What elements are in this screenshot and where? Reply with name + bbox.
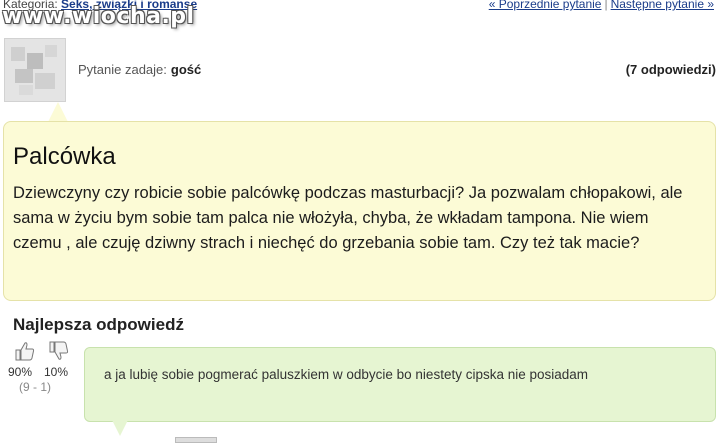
answer-count: (7 odpowiedzi) — [625, 62, 716, 77]
asker-info: Pytanie zadaje: gość — [78, 62, 201, 77]
next-question-link[interactable]: Następne pytanie » — [611, 0, 714, 11]
answer-bubble-tail — [112, 420, 128, 436]
thumb-down-icon[interactable] — [48, 341, 70, 366]
question-body: Dziewczyny czy robicie sobie palcówkę po… — [13, 184, 683, 252]
question-navigation: « Poprzednie pytanie | Następne pytanie » — [489, 0, 714, 11]
best-answer-text: a ja lubię sobie pogmerać paluszkiem w o… — [104, 367, 589, 382]
vote-count: (9 - 1) — [19, 380, 52, 394]
watermark: www.wiocha.pl — [2, 4, 195, 29]
thumb-up-percent: 90% — [8, 365, 33, 379]
thumb-up-icon[interactable] — [14, 341, 36, 366]
question-title: Palcówka — [13, 143, 116, 170]
asker-name: gość — [170, 62, 202, 77]
cut-off-element — [175, 437, 217, 443]
avatar[interactable] — [4, 38, 66, 102]
best-answer-heading: Najlepsza odpowiedź — [13, 315, 184, 334]
asker-label: Pytanie zadaje: — [78, 62, 167, 77]
rating-buttons — [14, 341, 76, 361]
nav-separator: | — [604, 0, 608, 11]
prev-question-link[interactable]: « Poprzednie pytanie — [489, 0, 602, 11]
question-bubble-tail — [48, 102, 68, 122]
thumb-down-percent: 10% — [44, 365, 69, 379]
